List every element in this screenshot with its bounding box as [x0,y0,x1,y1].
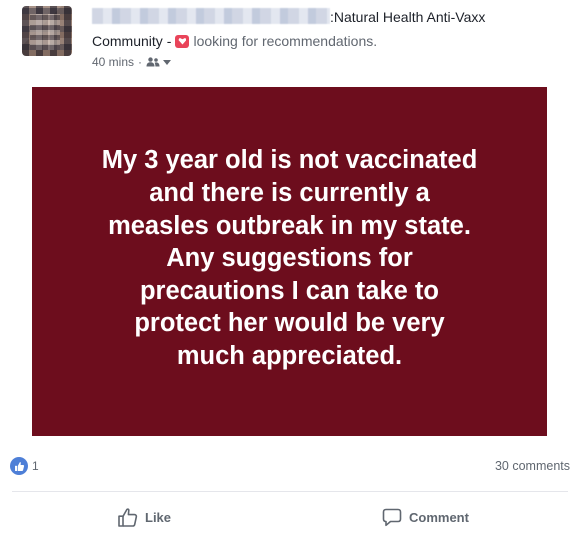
like-button[interactable]: Like [118,500,171,534]
separator: - [166,33,172,49]
post-header-line: Community - looking for recommendations. [92,33,377,49]
divider [12,491,568,492]
group-title-continued[interactable]: Community [92,33,163,49]
like-badge-icon [10,457,28,475]
content-line: protect her would be very [134,309,445,338]
timestamp[interactable]: 40 mins [92,55,134,69]
comment-button-label: Comment [409,509,469,525]
comments-count[interactable]: 30 comments [495,459,570,473]
content-line: measles outbreak in my state. [108,211,471,240]
like-button-label: Like [145,509,172,525]
post-content-background: My 3 year old is not vaccinated and ther… [32,87,547,436]
feeling-icon [175,34,190,48]
content-line: precautions I can take to [139,276,439,305]
comment-button[interactable]: Comment [382,500,469,534]
author-name-redacted [92,8,330,24]
avatar[interactable] [22,6,72,56]
meta-separator: · [138,55,143,69]
post-meta: 40 mins · [92,55,172,69]
content-line: and there is currently a [149,179,430,208]
group-icon[interactable] [146,57,160,67]
content-line: much appreciated. [176,341,403,370]
content-line: Any suggestions for [166,244,413,273]
content-line: My 3 year old is not vaccinated [101,146,478,175]
comment-icon [382,508,402,526]
like-count: 1 [32,459,39,473]
facebook-post: :Natural Health Anti-Vaxx Community - lo… [0,0,580,538]
thumbs-up-icon [118,507,138,527]
group-title[interactable]: :Natural Health Anti-Vaxx [330,9,485,25]
feeling-text: looking for recommendations. [193,33,378,49]
post-content-text: My 3 year old is not vaccinated and ther… [55,144,525,372]
chevron-down-icon[interactable] [163,59,172,65]
reactions-summary[interactable]: 1 [10,457,39,475]
